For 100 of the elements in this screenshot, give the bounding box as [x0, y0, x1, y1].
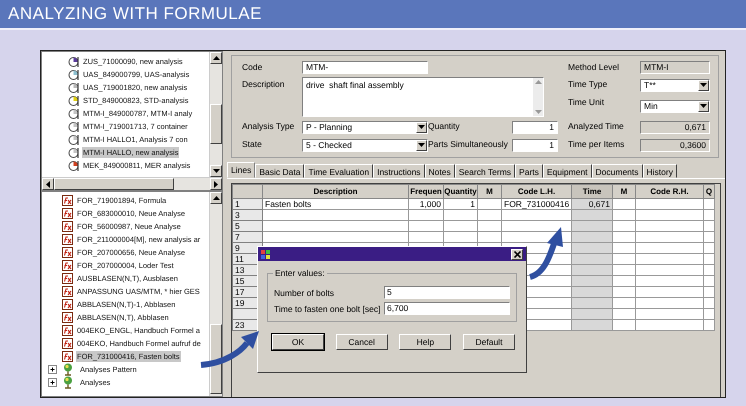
triangle-icon: [212, 169, 220, 173]
field-label: Time per Items: [568, 138, 626, 149]
clock-icon: [68, 160, 79, 172]
input-field[interactable]: MTM-I: [640, 61, 710, 74]
column-header[interactable]: Code L.H.: [502, 184, 572, 198]
table-cell: [636, 198, 704, 210]
table-cell: [636, 242, 704, 254]
table-cell: [502, 210, 572, 220]
clock-icon: [68, 108, 79, 120]
dropdown[interactable]: P - Planning: [302, 120, 428, 134]
close-button[interactable]: [511, 248, 523, 260]
triangle-icon: [700, 83, 707, 87]
scroll-thumb[interactable]: [210, 104, 222, 144]
scroll-thumb[interactable]: [54, 178, 174, 190]
tab[interactable]: Instructions: [373, 164, 425, 178]
table-cell: [636, 264, 704, 276]
clock-icon: [68, 94, 79, 106]
dialog-button[interactable]: Default: [462, 334, 515, 350]
row-header[interactable]: 5: [232, 220, 262, 232]
table-cell: [636, 276, 704, 286]
dropdown[interactable]: 5 - Checked: [302, 138, 428, 152]
column-header[interactable]: Quantity: [444, 184, 478, 198]
triangle-icon: [700, 104, 707, 108]
formula-icon: [62, 273, 73, 284]
column-header[interactable]: M: [478, 184, 502, 198]
input-field[interactable]: 6,700: [384, 302, 510, 315]
dialog-button[interactable]: OK: [272, 334, 324, 350]
group-label: Enter values:: [273, 268, 327, 278]
text-area[interactable]: drive shaft final assembly: [302, 77, 544, 117]
scrollbar[interactable]: [533, 78, 543, 116]
callout-arrow: [200, 331, 259, 368]
formula-icon: [62, 221, 73, 232]
table-cell: [636, 320, 704, 330]
table-cell: [636, 298, 704, 308]
column-header[interactable]: Q: [704, 184, 714, 198]
field-label: Method Level: [568, 61, 620, 72]
table-cell: [636, 220, 704, 232]
input-field[interactable]: 1: [512, 120, 558, 134]
tab[interactable]: Basic Data: [255, 164, 304, 178]
formula-icon: [62, 299, 73, 310]
field-label: Time Type: [568, 78, 608, 89]
triangle-icon: [212, 196, 220, 200]
formula-icon: [62, 325, 73, 336]
triangle-icon: [534, 80, 542, 84]
scroll-thumb[interactable]: [210, 324, 222, 394]
input-field[interactable]: 1: [512, 138, 558, 152]
field-label: Description: [242, 78, 286, 89]
scrollbar[interactable]: [209, 52, 222, 177]
formula-icon: [62, 234, 73, 245]
field-label: Number of bolts: [274, 288, 335, 298]
formula-icon: [62, 195, 73, 206]
tab[interactable]: Documents: [592, 164, 643, 178]
column-header[interactable]: Code R.H.: [636, 184, 704, 198]
column-header[interactable]: Time: [572, 184, 612, 198]
input-field[interactable]: 5: [384, 286, 510, 299]
field-label: Time Unit: [568, 96, 606, 107]
triangle-icon: [214, 180, 218, 188]
tab[interactable]: Equipment: [542, 164, 592, 178]
triangle-icon: [46, 180, 50, 188]
dialog-button[interactable]: Cancel: [336, 334, 388, 350]
field-label: Analysis Type: [242, 120, 296, 131]
tab[interactable]: History: [642, 164, 677, 178]
scroll-up-button[interactable]: [210, 52, 222, 64]
row-header[interactable]: 3: [232, 210, 262, 220]
clock-icon: [68, 146, 79, 158]
scroll-left-button[interactable]: [42, 178, 54, 190]
field-label: Code: [242, 61, 264, 72]
tab[interactable]: Lines: [227, 162, 256, 178]
triangle-icon: [418, 143, 425, 147]
tab[interactable]: Notes: [424, 164, 455, 178]
dialog-button[interactable]: Help: [399, 334, 452, 350]
input-field[interactable]: MTM-: [302, 61, 428, 74]
callout-arrow: [528, 227, 563, 280]
scroll-up-button[interactable]: [210, 192, 222, 204]
app-icon: [261, 248, 270, 260]
scroll-right-button[interactable]: [210, 178, 222, 190]
dropdown[interactable]: Min: [640, 100, 710, 112]
input-field[interactable]: 0,3600: [640, 138, 710, 152]
input-field[interactable]: 0,671: [640, 120, 710, 134]
tab[interactable]: Time Evaluation: [304, 164, 374, 178]
column-header[interactable]: Frequen: [408, 184, 444, 198]
tab[interactable]: Search Terms: [454, 164, 516, 178]
table-cell: [636, 308, 704, 320]
dropdown[interactable]: T**: [640, 78, 710, 92]
table-cell: [636, 210, 704, 220]
scroll-down-button[interactable]: [210, 165, 222, 177]
formula-icon: [62, 351, 73, 362]
column-header[interactable]: Description: [262, 184, 408, 198]
triangle-icon: [534, 110, 542, 114]
field-label: Quantity: [428, 120, 461, 131]
scrollbar[interactable]: [42, 177, 222, 190]
row-header[interactable]: 1: [232, 198, 262, 210]
clock-icon: [68, 120, 79, 132]
table-cell: [636, 232, 704, 242]
triangle-icon: [418, 125, 425, 129]
formula-icon: [62, 312, 73, 323]
tab[interactable]: Parts: [515, 164, 543, 178]
scrollbar[interactable]: [209, 192, 222, 396]
column-header[interactable]: M: [612, 184, 636, 198]
row-header[interactable]: 7: [232, 232, 262, 242]
